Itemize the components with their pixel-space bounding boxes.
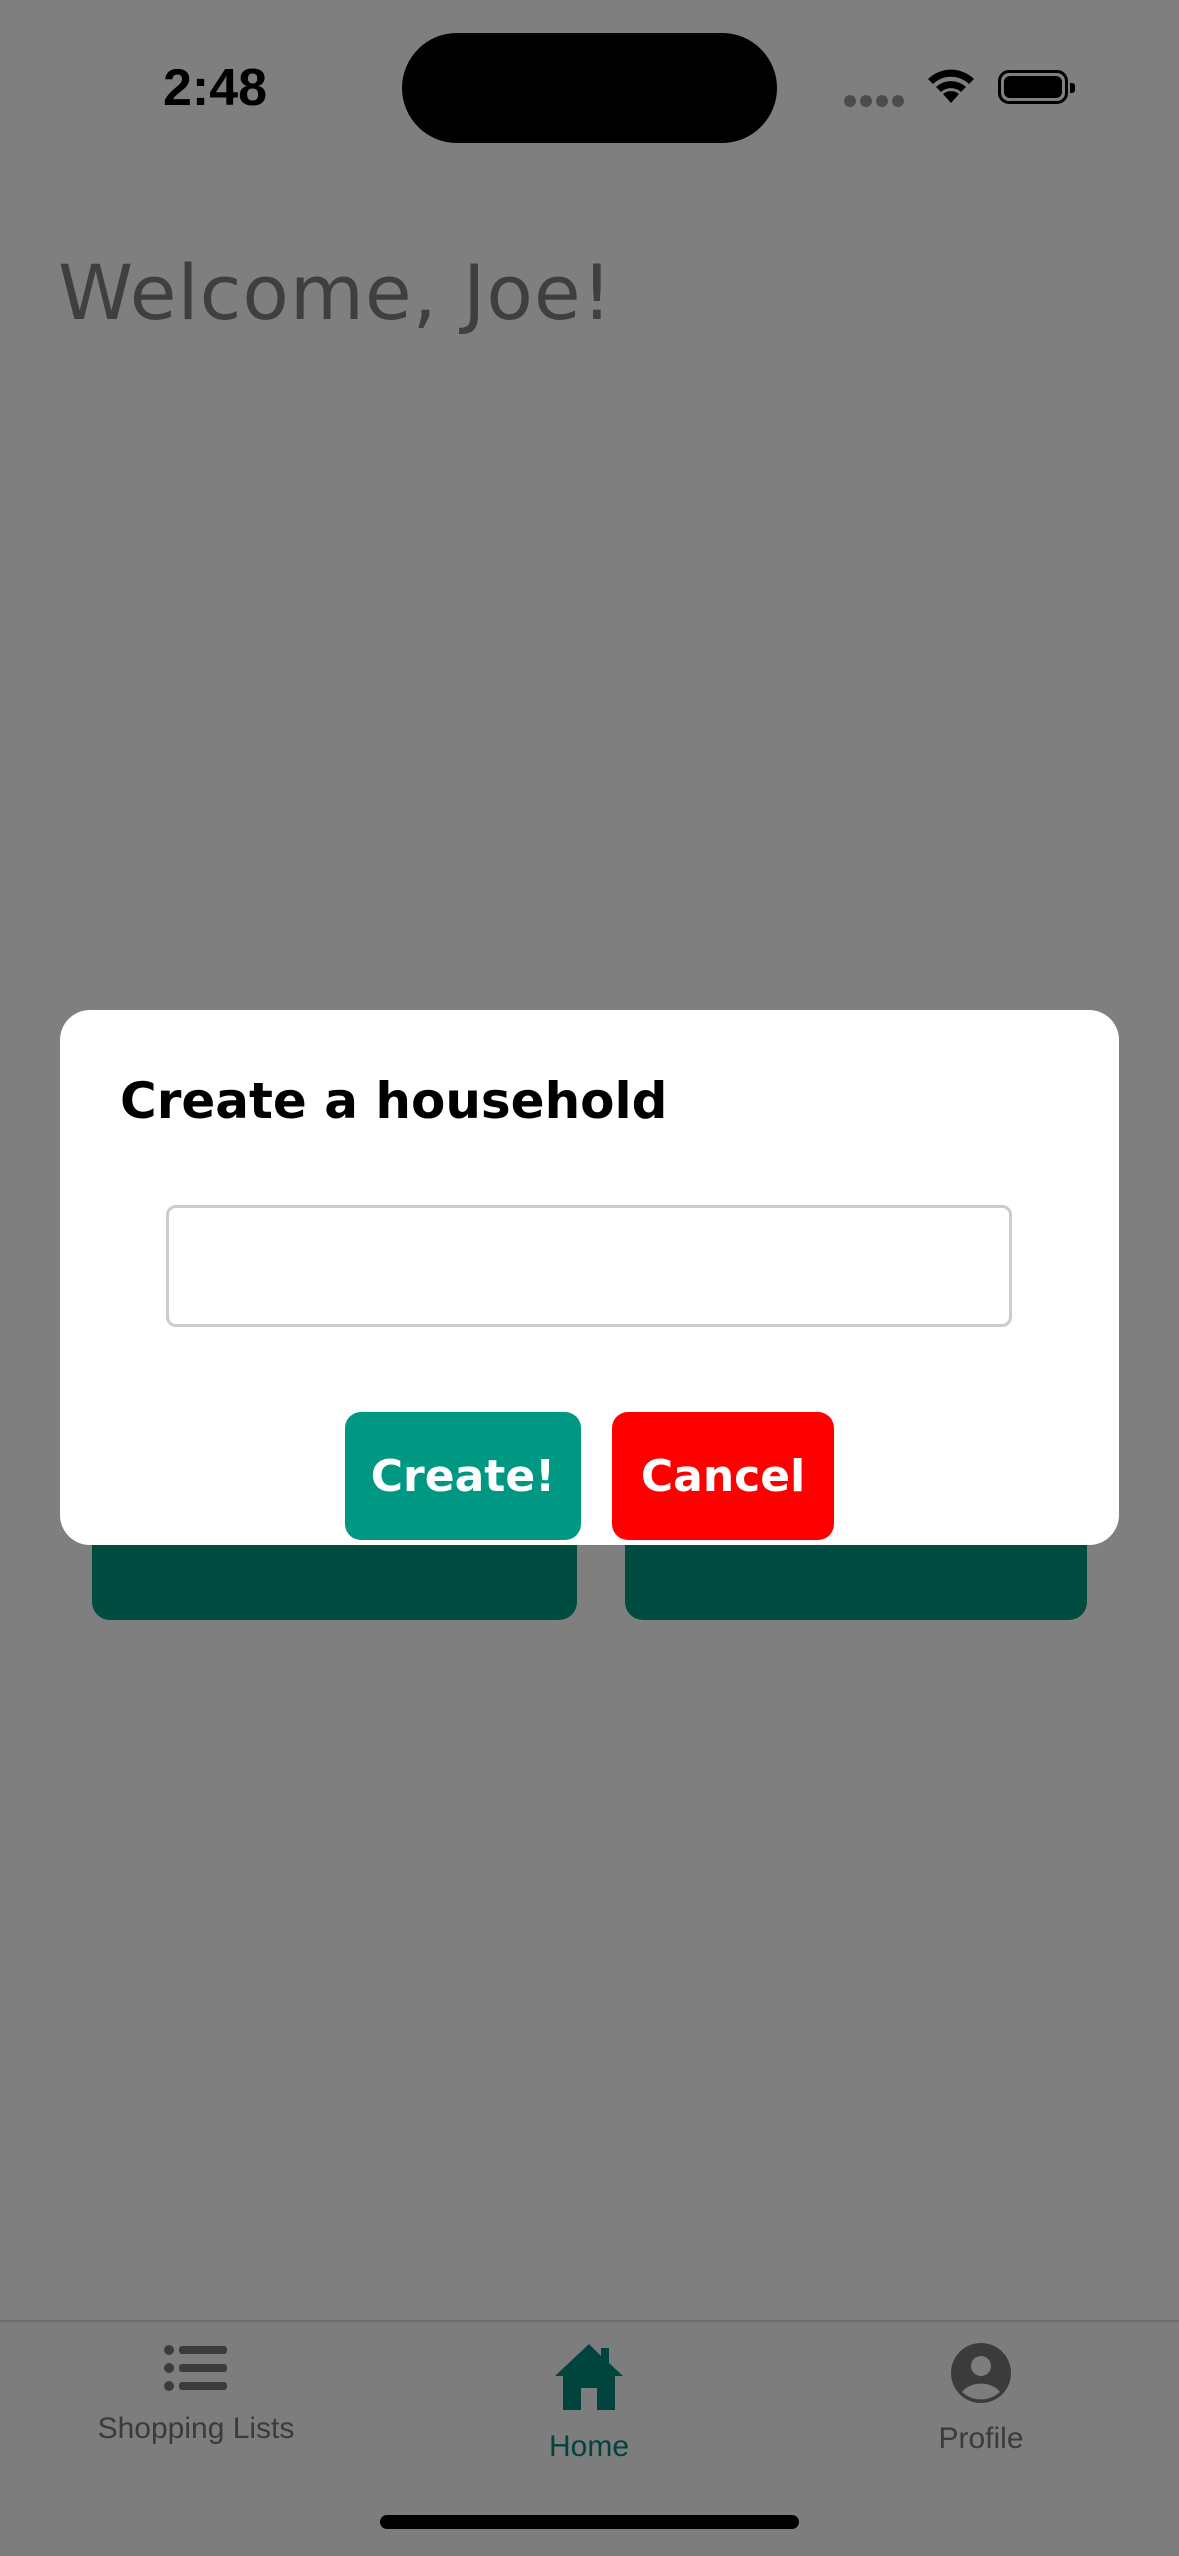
home-screen: 2:48 Welcome, Joe! Shopping (0, 0, 1179, 2556)
dialog-title: Create a household (120, 1072, 668, 1130)
household-name-input[interactable] (166, 1205, 1012, 1327)
cancel-button[interactable]: Cancel (612, 1412, 834, 1540)
create-household-dialog: Create a household Create! Cancel (60, 1010, 1119, 1545)
create-button[interactable]: Create! (345, 1412, 581, 1540)
